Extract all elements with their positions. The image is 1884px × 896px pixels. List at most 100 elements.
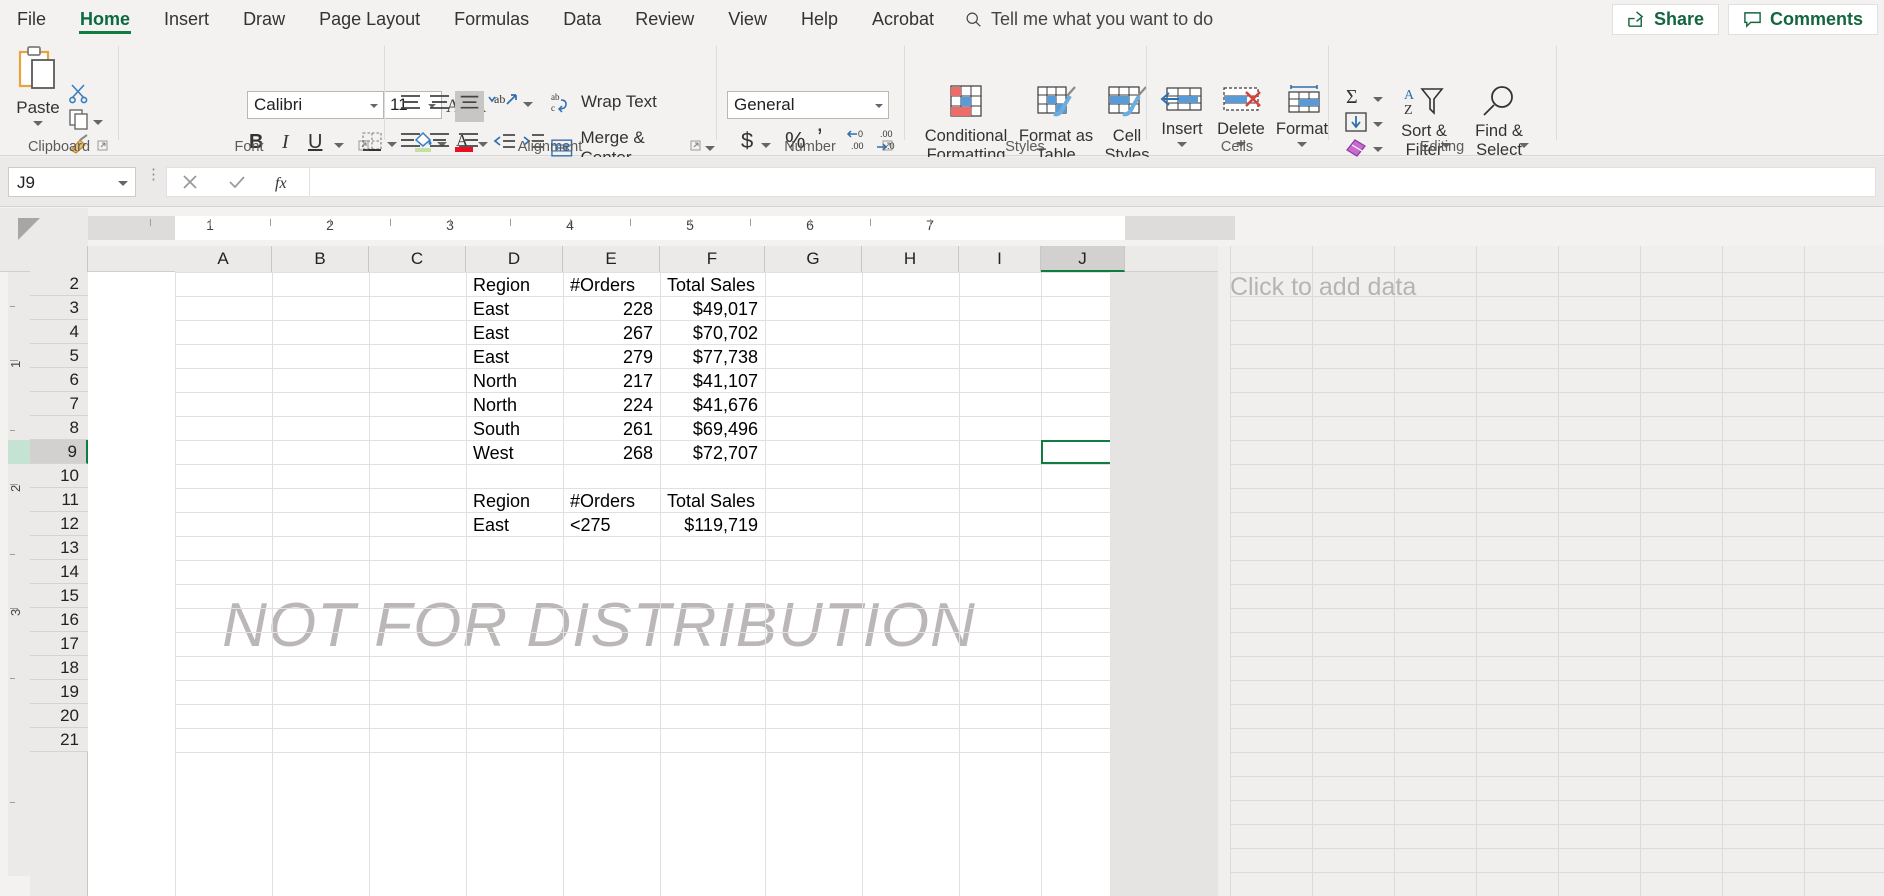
cell-D6[interactable]: North [467,369,562,393]
cell-D5[interactable]: East [467,345,562,369]
formula-input[interactable] [310,167,1876,197]
vertical-ruler[interactable]: 1 2 3 [8,256,30,876]
cell-E7[interactable]: 224 [564,393,659,417]
formula-bar-handle[interactable]: ⋮ [146,167,161,182]
row-header-21[interactable]: 21 [30,728,88,752]
cell-E3[interactable]: 228 [564,297,659,321]
chevron-down-icon[interactable] [1373,97,1383,102]
cell-F8[interactable]: $69,496 [661,417,764,441]
column-header-E[interactable]: E [563,246,660,272]
cell-F4[interactable]: $70,702 [661,321,764,345]
font-name-input[interactable]: Calibri [247,91,384,119]
insert-function-fx-icon[interactable]: fx [274,172,296,192]
cell-F11[interactable]: Total Sales [661,489,764,513]
confirm-check-icon[interactable] [227,172,247,192]
cell-F3[interactable]: $49,017 [661,297,764,321]
chevron-down-icon[interactable] [1373,122,1383,127]
delete-cells-button[interactable]: Delete [1211,84,1271,147]
row-header-5[interactable]: 5 [30,344,88,368]
column-header-J[interactable]: J [1041,246,1125,272]
row-header-14[interactable]: 14 [30,560,88,584]
cell-E8[interactable]: 261 [564,417,659,441]
cell-E4[interactable]: 267 [564,321,659,345]
cell-D11[interactable]: Region [467,489,562,513]
share-button[interactable]: Share [1611,4,1719,35]
chevron-down-icon[interactable] [875,104,883,108]
chevron-down-icon[interactable] [370,104,378,108]
column-header-G[interactable]: G [765,246,862,272]
orientation-button[interactable]: ab [493,90,533,121]
align-bottom-button[interactable] [455,91,484,122]
cell-F7[interactable]: $41,676 [661,393,764,417]
column-header-C[interactable]: C [369,246,466,272]
tab-formulas[interactable]: Formulas [437,0,546,38]
select-all-triangle[interactable] [18,218,40,240]
row-header-3[interactable]: 3 [30,296,88,320]
column-header-D[interactable]: D [466,246,563,272]
row-header-2[interactable]: 2 [30,272,88,296]
cell-E9[interactable]: 268 [564,441,659,465]
column-header-H[interactable]: H [862,246,959,272]
row-header-13[interactable]: 13 [30,536,88,560]
chevron-down-icon[interactable] [118,181,128,186]
copy-button[interactable] [68,108,103,135]
cell-E11[interactable]: #Orders [564,489,659,513]
cell-F2[interactable]: Total Sales [661,273,764,297]
clipboard-dialog-launcher[interactable] [96,139,110,153]
wrap-text-button[interactable]: ab c Wrap Text [550,90,657,114]
column-header-I[interactable]: I [959,246,1041,272]
tab-draw[interactable]: Draw [226,0,302,38]
row-header-7[interactable]: 7 [30,392,88,416]
row-header-6[interactable]: 6 [30,368,88,392]
cell-F6[interactable]: $41,107 [661,369,764,393]
row-header-20[interactable]: 20 [30,704,88,728]
row-header-11[interactable]: 11 [30,488,88,512]
insert-cells-button[interactable]: Insert [1153,84,1211,147]
row-header-19[interactable]: 19 [30,680,88,704]
row-header-10[interactable]: 10 [30,464,88,488]
chevron-down-icon[interactable] [523,102,533,107]
font-dialog-launcher[interactable] [357,139,371,153]
click-to-add-data-hint[interactable]: Click to add data [1230,273,1416,302]
tab-insert[interactable]: Insert [147,0,226,38]
paste-button[interactable]: Paste [8,44,68,144]
cut-button[interactable] [68,82,90,109]
row-header-8[interactable]: 8 [30,416,88,440]
format-cells-button[interactable]: Format [1271,84,1333,147]
horizontal-ruler[interactable]: 1234567 [88,216,1235,240]
fill-button[interactable] [1343,110,1383,139]
chevron-down-icon[interactable] [33,121,43,126]
tab-acrobat[interactable]: Acrobat [855,0,951,38]
worksheet-grid[interactable]: NOT FOR DISTRIBUTION Region #Orders Total … [88,272,1110,896]
row-header-9[interactable]: 9 [30,440,88,464]
cell-F5[interactable]: $77,738 [661,345,764,369]
row-header-17[interactable]: 17 [30,632,88,656]
comments-button[interactable]: Comments [1727,4,1878,35]
tab-review[interactable]: Review [618,0,711,38]
tab-home[interactable]: Home [63,0,147,38]
cell-F12[interactable]: $119,719 [661,513,764,537]
cancel-x-icon[interactable] [180,172,200,192]
column-header-B[interactable]: B [272,246,369,272]
next-page-pane[interactable] [1218,246,1884,896]
tab-help[interactable]: Help [784,0,855,38]
cell-D3[interactable]: East [467,297,562,321]
number-format-select[interactable]: General [727,91,889,119]
align-top-button[interactable] [397,91,424,122]
row-header-15[interactable]: 15 [30,584,88,608]
row-header-16[interactable]: 16 [30,608,88,632]
name-box[interactable]: J9 [8,167,136,197]
cell-D9[interactable]: West [467,441,562,465]
cell-D12[interactable]: East [467,513,562,537]
row-header-12[interactable]: 12 [30,512,88,536]
cell-E2[interactable]: #Orders [564,273,659,297]
cell-E12[interactable]: <275 [564,513,659,537]
cell-D2[interactable]: Region [467,273,562,297]
row-header-18[interactable]: 18 [30,656,88,680]
tell-me-search[interactable]: Tell me what you want to do [951,0,1227,38]
tab-file[interactable]: File [0,0,63,38]
cell-E6[interactable]: 217 [564,369,659,393]
cell-F9[interactable]: $72,707 [661,441,764,465]
alignment-dialog-launcher[interactable] [689,139,703,153]
cell-D7[interactable]: North [467,393,562,417]
